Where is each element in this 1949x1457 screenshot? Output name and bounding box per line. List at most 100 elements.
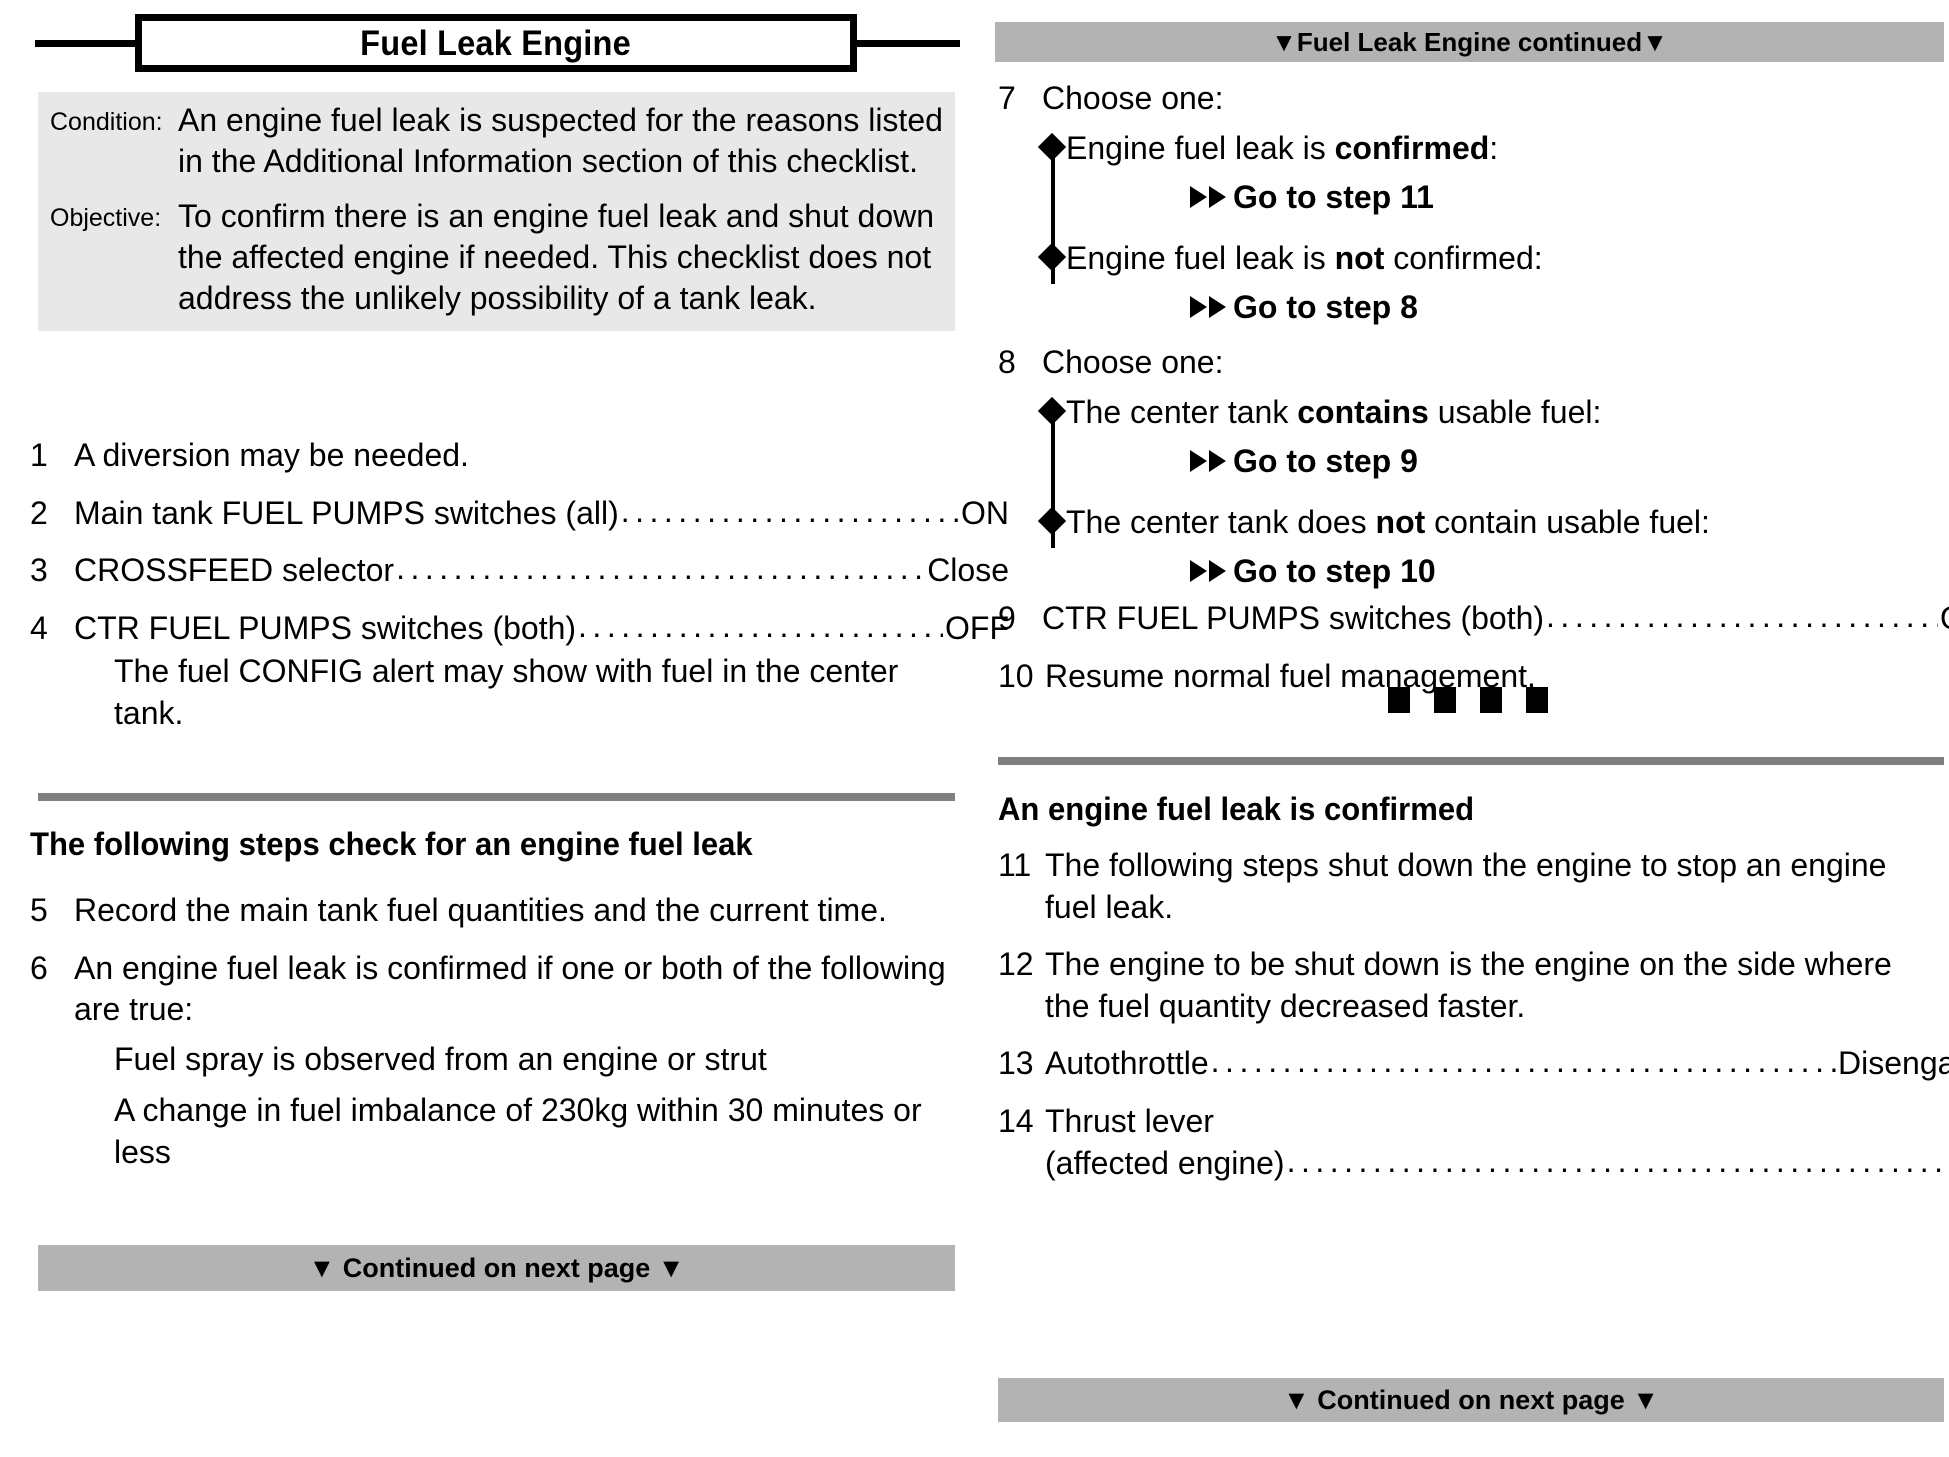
step-8-choice-b: The center tank does not contain usable … — [1037, 502, 1944, 543]
triangle-right-icon — [1209, 450, 1226, 473]
checklist-complete-marks — [1388, 687, 1548, 713]
step-11-number: 11 — [998, 847, 1032, 883]
triangle-right-icon — [1190, 560, 1207, 582]
leader-dots — [396, 548, 925, 590]
step-7-choice-b: Engine fuel leak is not confirmed: — [1037, 238, 1944, 279]
step-2-label: Main tank FUEL PUMPS switches (all) — [74, 494, 619, 531]
checklist-page: Fuel Leak Engine Condition: An engine fu… — [0, 0, 1949, 1457]
title-rule-left — [35, 39, 135, 47]
step-7-choices: Engine fuel leak is confirmed: Go to ste… — [998, 128, 1944, 326]
step-7-goto-a: Go to step 11 — [1190, 179, 1944, 216]
step-12-text: The engine to be shut down is the engine… — [1045, 946, 1892, 1024]
step-8: 8 Choose one: — [998, 342, 1944, 384]
step-3-label: CROSSFEED selector — [74, 552, 395, 589]
right-section-divider — [998, 757, 1944, 765]
step-9: 9 CTR FUEL PUMPS switches (both) ON — [998, 596, 1949, 640]
end-square-icon — [1526, 687, 1548, 713]
page-title: Fuel Leak Engine — [360, 23, 632, 63]
step-8-text: Choose one: — [1042, 344, 1224, 380]
left-section-heading: The following steps check for an engine … — [30, 826, 753, 862]
step-1-number: 1 — [30, 437, 48, 473]
step-7-choice-a: Engine fuel leak is confirmed: — [1037, 128, 1944, 169]
step-5: 5 Record the main tank fuel quantities a… — [30, 890, 965, 932]
continued-banner-left: ▼ Continued on next page ▼ — [38, 1245, 955, 1291]
condition-objective-panel: Condition: An engine fuel leak is suspec… — [38, 92, 955, 331]
step-6-text: An engine fuel leak is confirmed if one … — [74, 949, 946, 1028]
step-7-text: Choose one: — [1042, 80, 1224, 116]
diamond-bullet-icon — [1037, 396, 1067, 425]
objective-text: To confirm there is an engine fuel leak … — [178, 197, 935, 316]
step-14-body: Thrust lever (affected engine) Confirm C… — [1045, 1101, 1949, 1184]
step-8-choice-a: The center tank contains usable fuel: — [1037, 392, 1944, 433]
condition-row: Condition: An engine fuel leak is suspec… — [38, 100, 955, 182]
step-9-value: ON — [1940, 598, 1949, 640]
end-square-icon — [1480, 687, 1502, 713]
step-8-goto-b: Go to step 10 — [1190, 553, 1944, 590]
step-5-text: Record the main tank fuel quantities and… — [74, 892, 887, 928]
leader-dots — [1287, 1141, 1949, 1183]
step-14: 14 Thrust lever (affected engine) Confir… — [998, 1101, 1944, 1184]
step-5-number: 5 — [30, 892, 48, 928]
step-14-line1: Thrust lever — [1045, 1102, 1214, 1139]
step-4-label: CTR FUEL PUMPS switches (both) — [74, 609, 577, 646]
right-section-heading: An engine fuel leak is confirmed — [998, 791, 1475, 827]
left-steps-group-2: 5 Record the main tank fuel quantities a… — [30, 890, 965, 1174]
step-7-goto-b-label: Go to step 8 — [1233, 288, 1418, 325]
step-8-choice-b-text: The center tank does not contain usable … — [1066, 503, 1710, 540]
step-8-goto-b-label: Go to step 10 — [1233, 552, 1436, 589]
leader-dots — [621, 491, 959, 533]
step-7-choice-a-text: Engine fuel leak is confirmed: — [1066, 129, 1499, 166]
step-4-leader: CTR FUEL PUMPS switches (both) OFF — [74, 608, 1009, 650]
step-8-choice-a-text: The center tank contains usable fuel: — [1066, 393, 1602, 430]
left-steps-group-1: 1 A diversion may be needed. 2 Main tank… — [30, 435, 1009, 751]
step-4-number: 4 — [30, 609, 48, 646]
continued-banner-right: ▼ Continued on next page ▼ — [998, 1378, 1944, 1422]
step-12: 12 The engine to be shut down is the eng… — [998, 944, 1944, 1027]
leader-dots — [1211, 1041, 1836, 1083]
leader-dots — [1546, 596, 1938, 638]
triangle-right-icon — [1190, 186, 1207, 209]
right-column: ▼Fuel Leak Engine continued▼ 7 Choose on… — [990, 0, 1949, 1457]
triangle-right-icon — [1190, 450, 1207, 473]
step-6: 6 An engine fuel leak is confirmed if on… — [30, 948, 965, 1031]
step-13-number: 13 — [998, 1045, 1034, 1082]
step-11-text: The following steps shut down the engine… — [1045, 847, 1887, 925]
condition-text: An engine fuel leak is suspected for the… — [178, 102, 943, 179]
step-10-number: 10 — [998, 657, 1034, 694]
leader-dots — [578, 606, 943, 648]
continued-header-banner: ▼Fuel Leak Engine continued▼ — [995, 22, 1944, 62]
step-9-label: CTR FUEL PUMPS switches (both) — [1042, 600, 1545, 636]
step-8-goto-a-label: Go to step 9 — [1233, 442, 1418, 479]
step-3-leader: CROSSFEED selector Close — [74, 550, 1009, 592]
step-2: 2 Main tank FUEL PUMPS switches (all) ON — [30, 493, 1009, 535]
diamond-bullet-icon — [1037, 242, 1067, 271]
step-14-number: 14 — [998, 1102, 1034, 1139]
right-steps-group-2: 9 CTR FUEL PUMPS switches (both) ON 10 R… — [998, 596, 1949, 701]
title-box: Fuel Leak Engine — [135, 14, 857, 72]
step-13-leader: Autothrottle Disengage — [1045, 1043, 1949, 1085]
step-14-label: (affected engine) — [1045, 1144, 1285, 1181]
step-11: 11 The following steps shut down the eng… — [998, 845, 1944, 928]
objective-row: Objective: To confirm there is an engine… — [38, 196, 955, 319]
step-8-number: 8 — [998, 344, 1016, 380]
title-rule-right — [857, 39, 960, 47]
left-column: Fuel Leak Engine Condition: An engine fu… — [0, 0, 1009, 1457]
step-7-number: 7 — [998, 80, 1016, 116]
step-2-leader: Main tank FUEL PUMPS switches (all) ON — [74, 493, 1009, 535]
objective-label: Objective: — [50, 203, 162, 232]
checklist-title-bar: Fuel Leak Engine — [35, 14, 960, 72]
step-3: 3 CROSSFEED selector Close — [30, 550, 1009, 592]
step-2-number: 2 — [30, 494, 48, 531]
step-3-number: 3 — [30, 552, 48, 589]
triangle-right-icon — [1209, 296, 1226, 318]
step-1-text: A diversion may be needed. — [74, 437, 469, 473]
step-1: 1 A diversion may be needed. — [30, 435, 965, 477]
step-9-number: 9 — [998, 600, 1016, 636]
triangle-right-icon — [1209, 186, 1226, 209]
condition-label: Condition: — [50, 108, 163, 136]
triangle-right-icon — [1209, 560, 1226, 582]
step-13-value: Disengage — [1838, 1045, 1949, 1082]
step-4-note: The fuel CONFIG alert may show with fuel… — [114, 653, 899, 731]
left-section-divider — [38, 793, 955, 801]
step-7: 7 Choose one: — [998, 78, 1944, 120]
